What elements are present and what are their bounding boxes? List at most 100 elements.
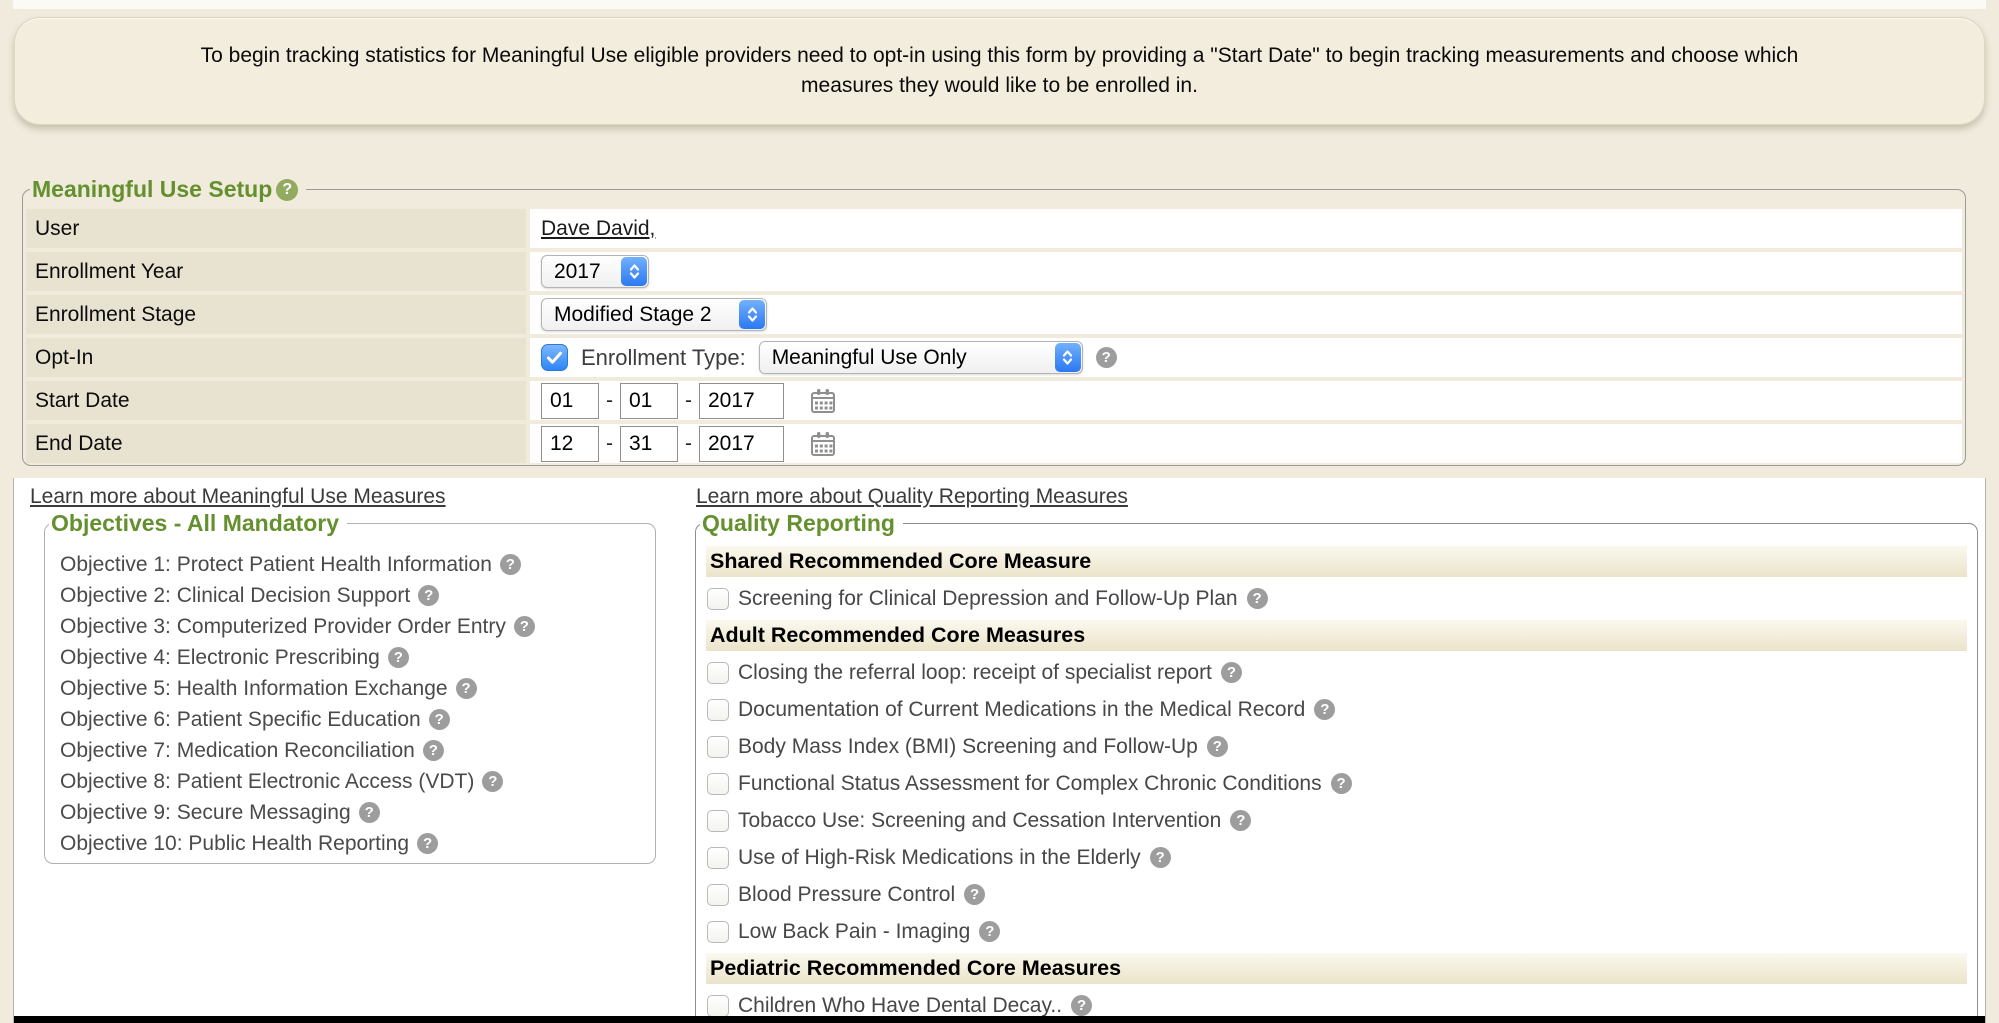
- measure-help-icon[interactable]: ?: [1331, 773, 1352, 794]
- objective-help-icon[interactable]: ?: [500, 554, 521, 575]
- start-day-input[interactable]: [620, 383, 678, 419]
- date-separator: -: [685, 432, 692, 456]
- select-stepper-icon: [621, 257, 647, 286]
- section-header-pediatric: Pediatric Recommended Core Measures: [706, 953, 1967, 984]
- measure-checkbox[interactable]: [707, 921, 729, 943]
- quality-reporting-list: Shared Recommended Core Measure Screenin…: [696, 537, 1977, 1023]
- measure-label: Children Who Have Dental Decay..: [738, 994, 1062, 1018]
- enrollment-stage-label: Enrollment Stage: [26, 295, 526, 334]
- objective-help-icon[interactable]: ?: [417, 833, 438, 854]
- objective-item: Objective 4: Electronic Prescribing?: [60, 642, 655, 673]
- enrollment-type-value: Meaningful Use Only: [772, 346, 967, 370]
- bottom-divider: [14, 1016, 1985, 1023]
- objective-help-icon[interactable]: ?: [429, 709, 450, 730]
- instruction-banner: To begin tracking statistics for Meaning…: [14, 17, 1985, 125]
- content-panel: Learn more about Meaningful Use Measures…: [13, 478, 1986, 1023]
- enrollment-year-value: 2017: [554, 260, 601, 284]
- date-separator: -: [685, 389, 692, 413]
- objective-help-icon[interactable]: ?: [359, 802, 380, 823]
- user-link[interactable]: Dave David,: [541, 217, 655, 241]
- objectives-legend: Objectives - All Mandatory: [49, 510, 347, 537]
- setup-title: Meaningful Use Setup: [32, 176, 272, 203]
- mu-measures-link[interactable]: Learn more about Meaningful Use Measures: [30, 485, 446, 509]
- qr-measures-link[interactable]: Learn more about Quality Reporting Measu…: [696, 485, 1128, 509]
- enrollment-year-select[interactable]: 2017: [541, 255, 649, 288]
- objective-help-icon[interactable]: ?: [514, 616, 535, 637]
- calendar-icon[interactable]: [808, 386, 838, 416]
- objective-item: Objective 5: Health Information Exchange…: [60, 673, 655, 704]
- end-year-input[interactable]: [699, 426, 784, 462]
- measure-checkbox[interactable]: [707, 662, 729, 684]
- measure-checkbox[interactable]: [707, 736, 729, 758]
- measure-label: Screening for Clinical Depression and Fo…: [738, 587, 1238, 611]
- objective-item: Objective 10: Public Health Reporting?: [60, 828, 655, 859]
- setup-legend: Meaningful Use Setup ?: [30, 176, 306, 203]
- enrollment-type-label: Enrollment Type:: [581, 345, 746, 371]
- objective-help-icon[interactable]: ?: [456, 678, 477, 699]
- date-separator: -: [606, 432, 613, 456]
- end-date-label: End Date: [26, 424, 526, 463]
- measure-checkbox[interactable]: [707, 810, 729, 832]
- setup-help-icon[interactable]: ?: [276, 179, 298, 201]
- objective-label: Objective 10: Public Health Reporting: [60, 832, 409, 856]
- measure-item: Tobacco Use: Screening and Cessation Int…: [706, 802, 1967, 839]
- measure-label: Closing the referral loop: receipt of sp…: [738, 661, 1212, 685]
- opt-in-checkbox[interactable]: [541, 344, 568, 371]
- measure-checkbox[interactable]: [707, 847, 729, 869]
- objective-item: Objective 8: Patient Electronic Access (…: [60, 766, 655, 797]
- start-month-input[interactable]: [541, 383, 599, 419]
- objective-label: Objective 3: Computerized Provider Order…: [60, 615, 506, 639]
- measure-item: Functional Status Assessment for Complex…: [706, 765, 1967, 802]
- measure-help-icon[interactable]: ?: [1247, 588, 1268, 609]
- objective-label: Objective 1: Protect Patient Health Info…: [60, 553, 492, 577]
- banner-text: To begin tracking statistics for Meaning…: [15, 41, 1984, 101]
- objective-help-icon[interactable]: ?: [482, 771, 503, 792]
- measure-label: Functional Status Assessment for Complex…: [738, 772, 1322, 796]
- end-month-input[interactable]: [541, 426, 599, 462]
- enrollment-year-label: Enrollment Year: [26, 252, 526, 291]
- objective-item: Objective 9: Secure Messaging?: [60, 797, 655, 828]
- measure-help-icon[interactable]: ?: [1150, 847, 1171, 868]
- measure-help-icon[interactable]: ?: [1314, 699, 1335, 720]
- measure-item: Screening for Clinical Depression and Fo…: [706, 580, 1967, 617]
- start-year-input[interactable]: [699, 383, 784, 419]
- objective-item: Objective 6: Patient Specific Education?: [60, 704, 655, 735]
- enrollment-year-cell: 2017: [530, 252, 1962, 291]
- measure-item: Use of High-Risk Medications in the Elde…: [706, 839, 1967, 876]
- measure-checkbox[interactable]: [707, 995, 729, 1017]
- measure-help-icon[interactable]: ?: [1071, 995, 1092, 1016]
- enrollment-stage-cell: Modified Stage 2: [530, 295, 1962, 334]
- measure-help-icon[interactable]: ?: [979, 921, 1000, 942]
- measure-label: Tobacco Use: Screening and Cessation Int…: [738, 809, 1221, 833]
- end-day-input[interactable]: [620, 426, 678, 462]
- enrollment-stage-select[interactable]: Modified Stage 2: [541, 298, 767, 331]
- measure-item: Documentation of Current Medications in …: [706, 691, 1967, 728]
- calendar-icon[interactable]: [808, 429, 838, 459]
- user-label: User: [26, 209, 526, 248]
- measure-help-icon[interactable]: ?: [1221, 662, 1242, 683]
- measure-help-icon[interactable]: ?: [1230, 810, 1251, 831]
- objectives-fieldset: Objectives - All Mandatory Objective 1: …: [44, 510, 656, 864]
- measure-help-icon[interactable]: ?: [964, 884, 985, 905]
- objective-label: Objective 9: Secure Messaging: [60, 801, 351, 825]
- measure-item: Closing the referral loop: receipt of sp…: [706, 654, 1967, 691]
- measure-label: Body Mass Index (BMI) Screening and Foll…: [738, 735, 1198, 759]
- enrollment-type-help-icon[interactable]: ?: [1096, 347, 1117, 368]
- measure-checkbox[interactable]: [707, 699, 729, 721]
- measure-checkbox[interactable]: [707, 588, 729, 610]
- section-header-shared: Shared Recommended Core Measure: [706, 546, 1967, 577]
- objective-label: Objective 5: Health Information Exchange: [60, 677, 448, 701]
- objective-help-icon[interactable]: ?: [423, 740, 444, 761]
- date-separator: -: [606, 389, 613, 413]
- objective-help-icon[interactable]: ?: [418, 585, 439, 606]
- opt-in-label: Opt-In: [26, 338, 526, 377]
- measure-checkbox[interactable]: [707, 884, 729, 906]
- measure-checkbox[interactable]: [707, 773, 729, 795]
- select-stepper-icon: [1055, 343, 1081, 372]
- enrollment-type-select[interactable]: Meaningful Use Only: [759, 341, 1083, 374]
- opt-in-cell: Enrollment Type: Meaningful Use Only ?: [530, 338, 1962, 377]
- measure-label: Use of High-Risk Medications in the Elde…: [738, 846, 1141, 870]
- objective-item: Objective 7: Medication Reconciliation?: [60, 735, 655, 766]
- objective-help-icon[interactable]: ?: [388, 647, 409, 668]
- measure-help-icon[interactable]: ?: [1207, 736, 1228, 757]
